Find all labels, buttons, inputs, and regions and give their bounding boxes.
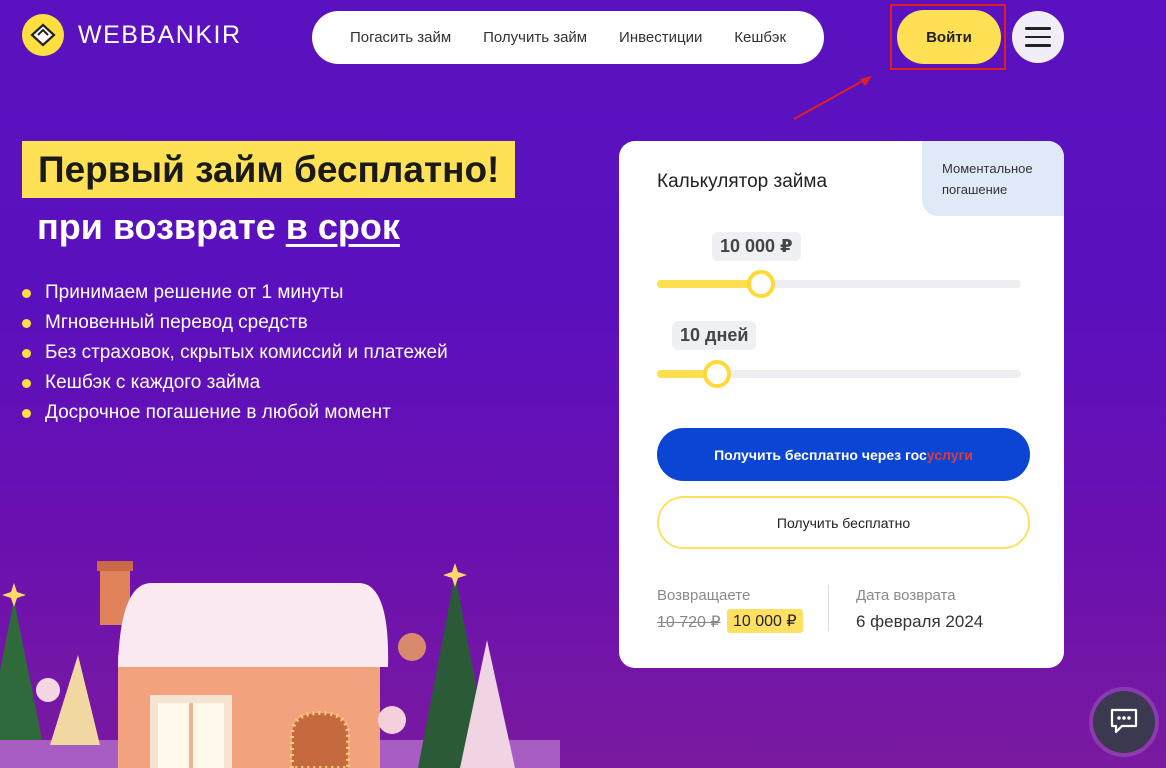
bullet-icon	[22, 378, 31, 388]
return-old-amount: 10 720 ₽	[657, 614, 721, 631]
bullet-icon	[22, 288, 31, 298]
nav-repay-loan[interactable]: Погасить займ	[350, 29, 451, 46]
gos-button-accent: услуги	[926, 446, 973, 463]
divider	[828, 585, 829, 631]
gos-button-text: Получить бесплатно через гос	[714, 446, 927, 463]
nav-get-loan[interactable]: Получить займ	[483, 29, 587, 46]
feature-item: Принимаем решение от 1 минуты	[22, 278, 448, 308]
days-slider-handle[interactable]	[703, 360, 731, 388]
feature-list: Принимаем решение от 1 минуты Мгновенный…	[22, 278, 448, 428]
feature-item: Без страховок, скрытых комиссий и платеж…	[22, 338, 448, 368]
get-via-gosuslugi-button[interactable]: Получить бесплатно через госуслуги	[657, 428, 1030, 481]
brand-name: WEBBANKIR	[78, 20, 242, 49]
feature-text: Кешбэк с каждого займа	[45, 372, 261, 393]
return-label: Возвращаете	[657, 587, 751, 604]
hamburger-icon-line	[1025, 35, 1051, 39]
feature-item: Кешбэк с каждого займа	[22, 368, 448, 398]
amount-value: 10 000 ₽	[712, 232, 801, 261]
feature-text: Досрочное погашение в любой момент	[45, 402, 391, 423]
subheadline: при возврате в срок	[37, 206, 400, 248]
hamburger-icon-line	[1025, 27, 1051, 30]
chat-icon	[1110, 708, 1138, 733]
subhead-text: при возврате	[37, 206, 286, 247]
amount-slider-fill	[657, 280, 759, 288]
headline: Первый займ бесплатно!	[38, 148, 500, 190]
feature-text: Мгновенный перевод средств	[45, 312, 308, 333]
login-button[interactable]: Войти	[897, 10, 1001, 64]
main-nav: Погасить займ Получить займ Инвестиции К…	[312, 11, 824, 64]
get-free-button[interactable]: Получить бесплатно	[657, 496, 1030, 549]
headline-box: Первый займ бесплатно!	[22, 141, 516, 198]
loan-calculator: Калькулятор займа Моментальное погашение…	[619, 141, 1064, 668]
return-date-label: Дата возврата	[856, 587, 956, 604]
nav-cashback[interactable]: Кешбэк	[734, 29, 786, 46]
days-value: 10 дней	[672, 321, 757, 350]
amount-slider[interactable]	[657, 270, 1021, 298]
menu-button[interactable]	[1012, 11, 1064, 63]
hamburger-icon-line	[1025, 44, 1051, 47]
badge-line-1: Моментальное	[942, 161, 1033, 176]
chat-button[interactable]	[1093, 691, 1155, 753]
instant-repayment-badge: Моментальное погашение	[922, 141, 1064, 216]
annotation-arrow-icon	[793, 76, 872, 120]
feature-item: Мгновенный перевод средств	[22, 308, 448, 338]
feature-text: Без страховок, скрытых комиссий и платеж…	[45, 342, 448, 363]
brand-logo[interactable]: WEBBANKIR	[22, 14, 242, 56]
bullet-icon	[22, 318, 31, 328]
nav-investments[interactable]: Инвестиции	[619, 29, 702, 46]
bullet-icon	[22, 408, 31, 418]
logo-icon	[22, 14, 64, 56]
feature-text: Принимаем решение от 1 минуты	[45, 282, 344, 303]
badge-line-2: погашение	[942, 182, 1008, 197]
winter-house-illustration	[0, 561, 560, 768]
amount-slider-handle[interactable]	[747, 270, 775, 298]
on-time-link[interactable]: в срок	[286, 206, 400, 247]
bullet-icon	[22, 348, 31, 358]
calculator-title: Калькулятор займа	[657, 171, 828, 192]
days-slider[interactable]	[657, 360, 1021, 388]
feature-item: Досрочное погашение в любой момент	[22, 398, 448, 428]
return-new-amount: 10 000 ₽	[727, 609, 803, 633]
return-date-value: 6 февраля 2024	[856, 612, 984, 631]
